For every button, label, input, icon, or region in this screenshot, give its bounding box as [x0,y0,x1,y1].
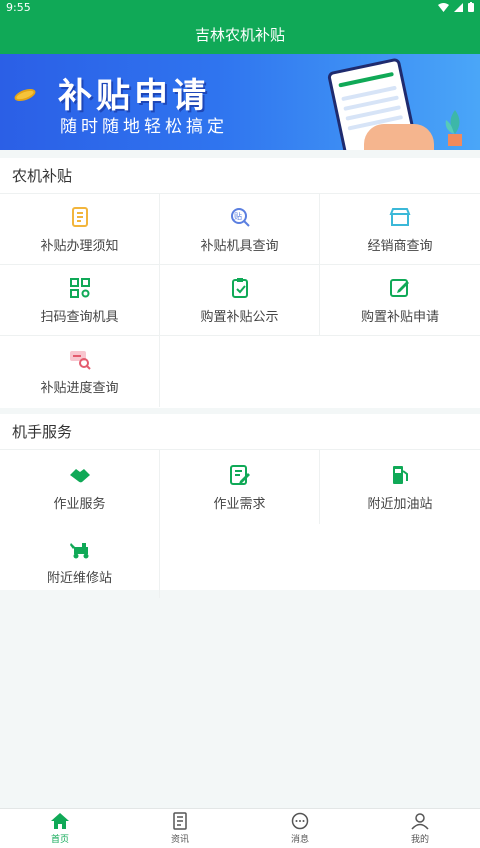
subsidy-guide-label: 补贴办理须知 [40,238,119,254]
status-icons [438,2,474,12]
document-icon [71,206,88,227]
subsidy-guide-button[interactable]: 补贴办理须知 [0,194,160,265]
profile-icon [411,813,429,830]
promo-banner[interactable]: 补贴申请 随时随地轻松搞定 [0,54,480,150]
news-icon [173,812,187,830]
battery-icon [468,2,474,12]
repair-vehicle-icon [69,542,88,558]
app-header: 吉林农机补贴 [0,14,480,54]
clipboard-icon [231,277,248,298]
tab-home[interactable]: 首页 [0,809,120,848]
subsidy-machine-search-label: 补贴机具查询 [200,238,279,254]
message-icon [291,812,309,830]
work-service-label: 作业服务 [53,496,106,512]
nearby-gas-station-label: 附近加油站 [367,496,433,512]
subsidy-progress-button[interactable]: 补贴进度查询 [0,336,160,407]
subsidy-apply-button[interactable]: 购置补贴申请 [320,265,480,336]
work-demand-button[interactable]: 作业需求 [160,450,320,524]
signal-icon [454,2,463,12]
home-icon [51,813,69,829]
coin-decoration [12,86,38,104]
qr-scan-label: 扫码查询机具 [40,309,119,325]
handshake-icon [69,468,90,482]
banner-subline: 随时随地轻松搞定 [60,117,228,137]
nearby-repair-station-label: 附近维修站 [46,570,112,586]
driver-service-section: 机手服务 作业服务 作业需求 附近加油站 附近维修站 [0,414,480,598]
status-bar: 9:55 [0,0,480,14]
plant-illustration [445,110,462,146]
edit-icon [390,278,409,297]
work-service-button[interactable]: 作业服务 [0,450,160,524]
dealer-search-label: 经销商查询 [367,238,433,254]
subsidy-notice-button[interactable]: 购置补贴公示 [160,265,320,336]
tab-home-label: 首页 [50,835,69,845]
tab-profile[interactable]: 我的 [360,809,480,848]
hand-illustration [364,124,434,150]
qr-scan-icon [69,277,90,298]
fuel-pump-icon [393,465,408,484]
status-time: 9:55 [6,0,31,14]
banner-headline: 补贴申请 [58,76,210,116]
progress-search-icon [69,351,91,370]
subsidy-apply-label: 购置补贴申请 [360,309,439,325]
search-subsidy-icon: 贴 [230,207,250,227]
subsidy-progress-label: 补贴进度查询 [40,381,119,396]
subsidy-section-title: 农机补贴 [0,158,480,194]
nearby-gas-station-button[interactable]: 附近加油站 [320,450,480,524]
tab-news-label: 资讯 [170,835,189,845]
dealer-search-button[interactable]: 经销商查询 [320,194,480,265]
bottom-tab-bar: 首页 资讯 消息 我的 [0,808,480,848]
wifi-icon [438,2,449,12]
tab-messages[interactable]: 消息 [240,809,360,848]
form-edit-icon [229,464,250,485]
tab-messages-label: 消息 [290,835,309,845]
subsidy-grid: 补贴办理须知 贴 补贴机具查询 经销商查询 扫码查询机具 购置补贴公示 购置补贴… [0,194,480,407]
nearby-repair-station-button[interactable]: 附近维修站 [0,524,160,598]
store-icon [389,207,411,226]
driver-section-title: 机手服务 [0,414,480,450]
subsidy-notice-label: 购置补贴公示 [200,309,279,325]
subsidy-section: 农机补贴 补贴办理须知 贴 补贴机具查询 经销商查询 扫码查询机具 购置补贴公示… [0,158,480,408]
svg-text:贴: 贴 [234,211,242,221]
qr-scan-button[interactable]: 扫码查询机具 [0,265,160,336]
driver-grid: 作业服务 作业需求 附近加油站 附近维修站 [0,450,480,598]
work-demand-label: 作业需求 [213,496,266,512]
tab-profile-label: 我的 [410,835,429,845]
subsidy-machine-search-button[interactable]: 贴 补贴机具查询 [160,194,320,265]
tab-news[interactable]: 资讯 [120,809,240,848]
page-title: 吉林农机补贴 [194,25,285,44]
